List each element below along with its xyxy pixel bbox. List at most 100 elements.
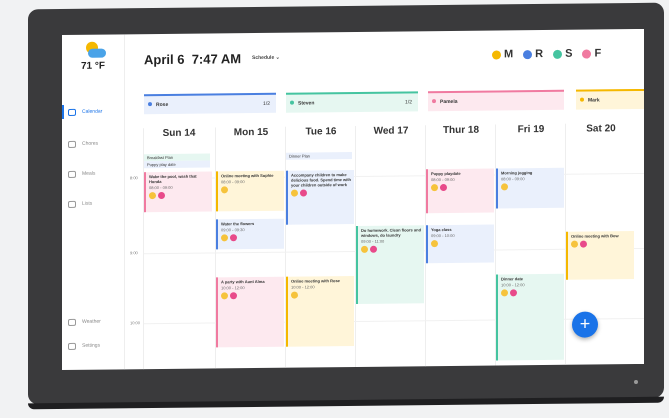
day-header[interactable]: Sun 14	[144, 127, 214, 139]
task-name: Steven	[298, 100, 315, 107]
emoji-icon	[501, 183, 508, 191]
emoji-icon	[431, 240, 438, 248]
member-dot-icon	[553, 49, 563, 59]
calendar-screen: 71 °F Calendar Chores Meals Lists Weathe…	[62, 28, 644, 371]
gear-icon	[68, 342, 76, 350]
page-title: April 6 7:47 AM	[144, 51, 241, 67]
day-header[interactable]: Wed 17	[356, 125, 426, 137]
sidebar-item-calendar[interactable]: Calendar	[68, 102, 120, 121]
calendar-event[interactable]: Water the flowers 09:00 - 09:30	[216, 218, 284, 250]
calendar-event[interactable]: Yoga class 09:00 - 10:00	[426, 224, 494, 264]
day-header[interactable]: Thur 18	[426, 125, 496, 137]
chores-icon	[68, 140, 76, 148]
event-reactions	[149, 191, 209, 200]
sidebar-item-label: Lists	[82, 200, 93, 207]
event-reactions	[501, 289, 561, 297]
sidebar-item-lists[interactable]: Lists	[68, 194, 120, 213]
weather-icon	[68, 318, 76, 326]
calendar-event[interactable]: Puppy playdate 08:00 - 09:00	[426, 168, 494, 214]
emoji-icon	[571, 240, 578, 248]
event-title: Online meeting with Sophie	[221, 172, 274, 179]
weather-widget[interactable]: 71 °F	[76, 41, 110, 72]
legend-item-m[interactable]: M	[492, 48, 513, 60]
time-label: 8:00	[130, 175, 138, 181]
event-time: 10:00 - 12:00	[501, 282, 525, 288]
event-title: Online meeting with Rose	[291, 278, 340, 284]
legend-letter: F	[594, 47, 602, 60]
sidebar: 71 °F Calendar Chores Meals Lists Weathe…	[62, 34, 125, 371]
view-selector[interactable]: Schedule ⌄	[252, 55, 280, 61]
task-name: Rose	[156, 101, 169, 109]
calendar-event[interactable]: Wake the pool, wash that Honda 08:00 - 09…	[144, 171, 212, 213]
camera-dot	[634, 380, 638, 384]
task-pamela[interactable]: Pamela	[428, 89, 564, 112]
emoji-icon	[221, 186, 228, 194]
event-title: Dinner date	[501, 276, 524, 282]
all-day-event[interactable]: Puppy play date	[144, 160, 210, 169]
event-time: 10:00 - 12:00	[221, 285, 245, 291]
task-rose[interactable]: Rose 1/2	[144, 92, 276, 115]
emoji-icon	[291, 189, 298, 197]
sidebar-item-label: Settings	[82, 342, 101, 349]
emoji-icon	[149, 192, 156, 200]
legend-item-r[interactable]: R	[523, 48, 543, 60]
bullet-icon	[148, 102, 152, 107]
partly-cloudy-icon	[76, 41, 110, 61]
calendar-event[interactable]: Accompany children to make delicious foo…	[286, 169, 354, 225]
calendar-event[interactable]: A party with Aunt Alma 10:00 - 12:00	[216, 276, 284, 348]
emoji-icon	[291, 291, 298, 299]
sidebar-item-meals[interactable]: Meals	[68, 164, 120, 183]
event-time: 08:00 - 09:00	[149, 184, 173, 191]
task-bar: Rose 1/2 Steven 1/2 Pamela Mark	[144, 88, 644, 116]
week-grid: Sun 14 Mon 15 Tue 16 Wed 17 Thur 18 Fri 19 Sat…	[130, 123, 644, 370]
sidebar-item-label: Weather	[82, 318, 101, 325]
legend-item-f[interactable]: F	[582, 47, 601, 59]
calendar-event[interactable]: Do homework. Clean floors and windows, d…	[356, 225, 424, 304]
event-time: 08:00 - 09:00	[501, 176, 525, 182]
calendar-event[interactable]: Online meeting with Rose 10:00 - 12:00	[286, 275, 354, 347]
heart-icon	[440, 184, 447, 192]
event-time: 09:00 - 11:00	[361, 238, 385, 244]
all-day-event[interactable]: Dinner Plan	[286, 152, 352, 160]
event-reactions	[571, 240, 631, 248]
time-label: 10:00	[130, 320, 141, 326]
sidebar-item-settings[interactable]: Settings	[68, 336, 120, 355]
heart-icon	[580, 240, 587, 248]
day-header[interactable]: Mon 15	[216, 127, 286, 139]
heart-icon	[300, 189, 307, 197]
calendar-event[interactable]: Online meeting with Sophie 08:00 - 09:00	[216, 170, 284, 212]
event-time: 09:00 - 10:00	[431, 232, 455, 239]
task-mark[interactable]: Mark	[576, 88, 644, 110]
day-header[interactable]: Tue 16	[286, 126, 356, 138]
calendar-event[interactable]: Morning jogging 08:00 - 09:00	[496, 167, 564, 209]
event-reactions	[221, 292, 281, 300]
list-icon	[68, 200, 76, 208]
day-header[interactable]: Fri 19	[496, 124, 566, 136]
event-reactions	[221, 234, 281, 242]
heart-icon	[230, 234, 237, 242]
sidebar-item-weather[interactable]: Weather	[68, 312, 120, 331]
event-title: Do homework. Clean floors and windows, d…	[361, 227, 422, 238]
event-title: Wake the pool, wash that Honda	[149, 173, 197, 185]
event-reactions	[361, 245, 421, 253]
sidebar-item-chores[interactable]: Chores	[68, 134, 120, 153]
event-title: Yoga class	[431, 226, 452, 233]
calendar-event[interactable]: Online meeting with Bow	[566, 231, 634, 280]
bullet-icon	[580, 97, 584, 102]
task-count: 1/2	[263, 100, 270, 107]
calendar-event[interactable]: Dinner date 10:00 - 12:00	[496, 273, 564, 361]
emoji-icon	[221, 292, 228, 300]
event-title: Water the flowers	[221, 221, 255, 227]
day-header[interactable]: Sat 20	[566, 123, 636, 135]
event-time: 10:00 - 12:00	[291, 284, 315, 290]
task-count: 1/2	[405, 99, 412, 106]
emoji-icon	[221, 234, 228, 242]
calendar-icon	[68, 108, 76, 116]
legend-item-s[interactable]: S	[553, 48, 572, 60]
heart-icon	[370, 245, 377, 253]
member-dot-icon	[492, 49, 501, 60]
member-dot-icon	[523, 49, 533, 59]
add-event-button[interactable]: +	[572, 311, 598, 338]
task-steven[interactable]: Steven 1/2	[286, 91, 418, 113]
emoji-icon	[361, 245, 368, 253]
